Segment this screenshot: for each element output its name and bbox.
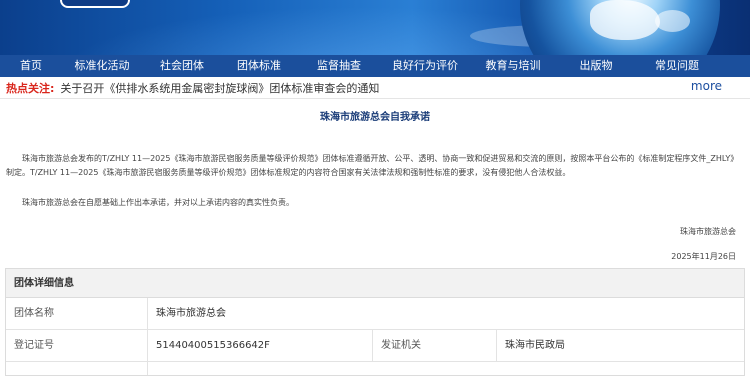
more-link[interactable]: more xyxy=(691,79,722,93)
main-nav: 首页 标准化活动 社会团体 团体标准 监督抽查 良好行为评价 教育与培训 出版物… xyxy=(0,55,750,77)
notice-bar: 热点关注: 关于召开《供排水系统用金属密封旋球阀》团体标准审查会的通知 more xyxy=(0,77,750,99)
nav-item-publications[interactable]: 出版物 xyxy=(558,55,634,77)
nav-item-social-groups[interactable]: 社会团体 xyxy=(142,55,222,77)
page-title: 珠海市旅游总会自我承诺 xyxy=(320,112,430,123)
globe-landmass-small xyxy=(655,10,690,32)
partial-value xyxy=(148,362,744,375)
nav-item-standardization[interactable]: 标准化活动 xyxy=(62,55,142,77)
nav-item-group-standards[interactable]: 团体标准 xyxy=(222,55,296,77)
name-label: 团体名称 xyxy=(6,298,148,329)
table-row: 团体名称 珠海市旅游总会 xyxy=(6,298,744,330)
nav-item-good-behavior[interactable]: 良好行为评价 xyxy=(382,55,468,77)
commitment-paragraph-2: 珠海市旅游总会在自愿基础上作出本承诺，并对以上承诺内容的真实性负责。 xyxy=(22,198,294,207)
signature-date: 2025年11月26日 xyxy=(671,252,736,261)
issuer-label: 发证机关 xyxy=(373,330,497,361)
commitment-paragraph-1: 珠海市旅游总会发布的T/ZHLY 11—2025《珠海市旅游民宿服务质量等级评价… xyxy=(6,154,739,177)
notice-headline-link[interactable]: 关于召开《供排水系统用金属密封旋球阀》团体标准审查会的通知 xyxy=(60,80,379,96)
hot-label: 热点关注: xyxy=(6,81,55,95)
table-row-partial xyxy=(6,362,744,375)
table-row: 登记证号 51440400515366642F 发证机关 珠海市民政局 xyxy=(6,330,744,362)
globe-landmass xyxy=(590,0,660,40)
reg-label: 登记证号 xyxy=(6,330,148,361)
signature-org: 珠海市旅游总会 xyxy=(680,227,736,236)
site-logo[interactable] xyxy=(60,0,130,8)
nav-item-inspection[interactable]: 监督抽查 xyxy=(296,55,382,77)
group-detail-table: 团体详细信息 团体名称 珠海市旅游总会 登记证号 514404005153666… xyxy=(5,268,745,376)
detail-heading: 团体详细信息 xyxy=(6,269,744,298)
header-banner xyxy=(0,0,750,55)
reg-value: 51440400515366642F xyxy=(148,330,373,361)
nav-item-home[interactable]: 首页 xyxy=(0,55,62,77)
name-value: 珠海市旅游总会 xyxy=(156,308,226,319)
issuer-value: 珠海市民政局 xyxy=(505,340,565,351)
nav-item-faq[interactable]: 常见问题 xyxy=(634,55,720,77)
nav-item-training[interactable]: 教育与培训 xyxy=(468,55,558,77)
partial-label xyxy=(6,362,148,375)
